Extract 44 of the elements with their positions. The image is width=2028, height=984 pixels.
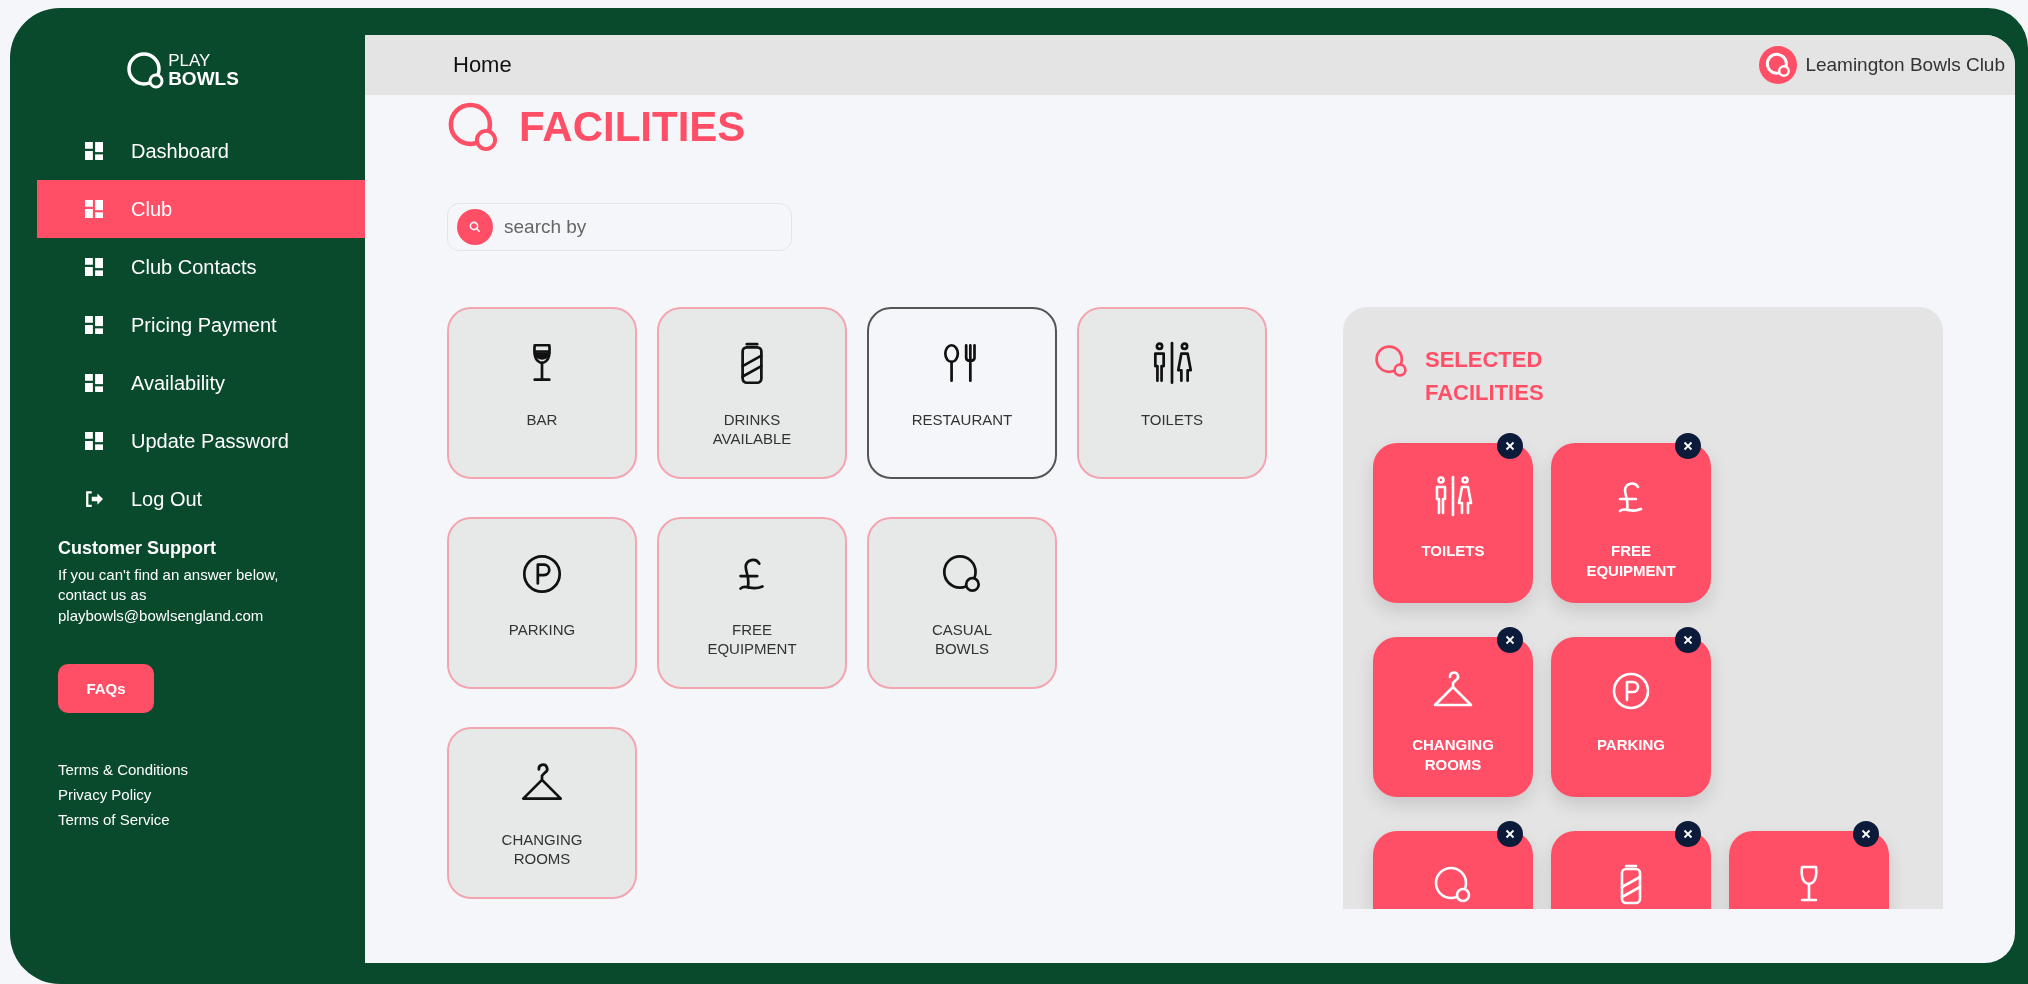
grid-icon	[85, 316, 103, 334]
sidebar-item[interactable]: Availability	[37, 354, 365, 412]
close-button[interactable]	[1675, 821, 1701, 847]
sidebar-item[interactable]: Pricing Payment	[37, 296, 365, 354]
close-button[interactable]	[1853, 821, 1879, 847]
page-title: FACILITIES	[519, 103, 746, 151]
footer-link[interactable]: Terms of Service	[58, 810, 365, 828]
close-button[interactable]	[1675, 433, 1701, 459]
facility-card[interactable]: DRINKS AVAILABLE	[657, 307, 847, 479]
facility-card[interactable]: TOILETS	[1077, 307, 1267, 479]
support-title: Customer Support	[58, 538, 217, 559]
breadcrumb[interactable]: Home	[453, 52, 512, 78]
logout-icon	[85, 490, 103, 508]
sidebar-item[interactable]: Dashboard	[37, 122, 365, 180]
facility-card[interactable]: RESTAURANT	[867, 307, 1057, 479]
facility-card[interactable]: BAR	[447, 307, 637, 479]
close-button[interactable]	[1497, 627, 1523, 653]
facility-card[interactable]: PARKING	[447, 517, 637, 689]
grid-icon	[85, 374, 103, 392]
facility-card[interactable]: CHANGING ROOMS	[447, 727, 637, 899]
footer-link[interactable]: Terms & Conditions	[58, 760, 365, 778]
sidebar-item[interactable]: Update Password	[37, 412, 365, 470]
close-button[interactable]	[1675, 627, 1701, 653]
grid-icon	[85, 432, 103, 450]
club-name: Leamington Bowls Club	[1805, 54, 2005, 76]
close-button[interactable]	[1497, 433, 1523, 459]
search-field[interactable]: search by	[447, 203, 792, 251]
logo-text: PLAY	[168, 52, 212, 69]
grid-icon	[85, 142, 103, 160]
search-icon	[457, 209, 493, 245]
grid-icon	[85, 200, 103, 218]
bowls-icon	[1373, 343, 1409, 379]
footer-link[interactable]: Privacy Policy	[58, 785, 365, 803]
panel-title: SELECTED FACILITIES	[1425, 346, 1545, 407]
sidebar-item[interactable]: Log Out	[37, 470, 365, 528]
grid-icon	[85, 258, 103, 276]
close-button[interactable]	[1497, 821, 1523, 847]
logo-text: BOWLS	[168, 69, 239, 88]
support-text: If you can't find an answer below, contact us as playbowls@bowlsengland.com	[58, 565, 280, 626]
club-logo-icon	[1759, 46, 1798, 84]
bowls-icon	[447, 101, 499, 153]
facility-card[interactable]: FREE EQUIPMENT	[657, 517, 847, 689]
facility-card[interactable]: CASUAL BOWLS	[867, 517, 1057, 689]
sidebar-item[interactable]: Club Contacts	[37, 238, 365, 296]
